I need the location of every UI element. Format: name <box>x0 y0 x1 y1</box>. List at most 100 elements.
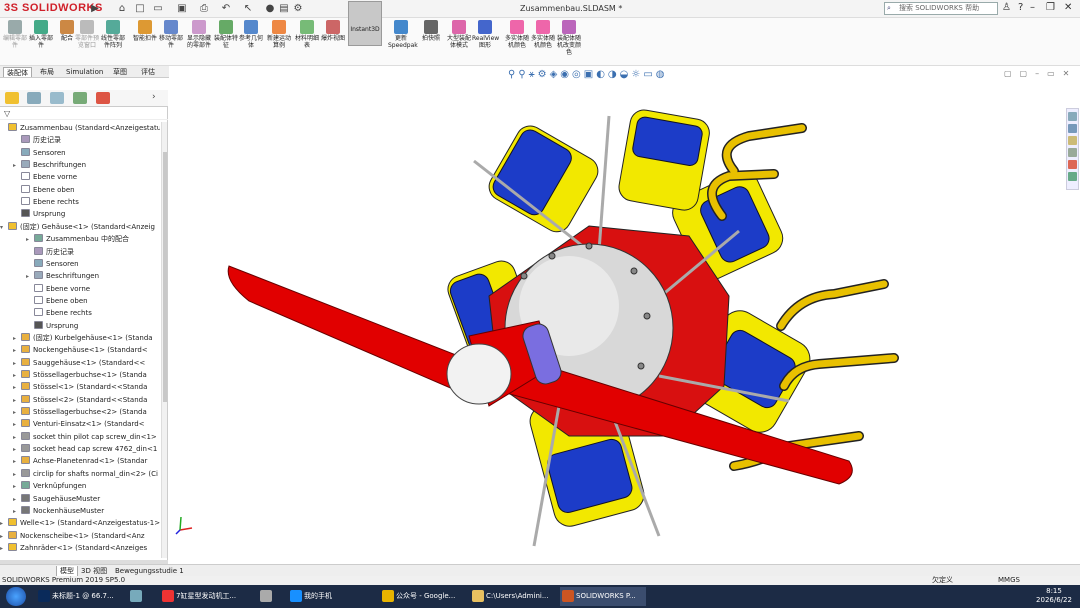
taskbar-app-5[interactable]: 公众号 - Google... <box>380 587 466 606</box>
tree-item[interactable]: Ebene vorne <box>26 283 160 295</box>
ribbon-button-15[interactable]: 拍快照 <box>418 20 444 42</box>
tree-item[interactable]: Zusammenbau (Standard<Anzeigestatus-1>) <box>0 122 160 134</box>
tree-item[interactable]: ▸ socket thin pilot cap screw_din<1> <box>13 431 160 443</box>
tree-item[interactable]: ▸ Sauggehäuse<1> (Standard<< <box>13 357 160 369</box>
tree-expand-icon[interactable]: ▸ <box>13 432 21 443</box>
tree-item[interactable]: ▸ socket head cap screw 4762_din<1 <box>13 443 160 455</box>
tree-item[interactable]: ▸ SaugehäuseMuster <box>13 493 160 505</box>
ribbon-button-16[interactable]: 大型装配体模式 <box>446 20 472 49</box>
taskbar-app-0[interactable]: 未标题-1 @ 66.7... <box>36 587 124 606</box>
tree-expand-icon[interactable]: ▸ <box>0 531 8 542</box>
file-explorer-icon[interactable] <box>1068 148 1077 157</box>
tree-expand-icon[interactable]: ▸ <box>13 160 21 171</box>
tree-item[interactable]: ▸ Stössellagerbuchse<2> (Standa <box>13 406 160 418</box>
user-icon[interactable]: ♙ <box>1002 2 1011 13</box>
taskbar-app-2[interactable]: 7缸星型发动机工... <box>160 587 252 606</box>
tree-item[interactable]: Sensoren <box>26 258 160 270</box>
tree-item[interactable]: Ebene oben <box>26 295 160 307</box>
command-tab-2[interactable]: Simulation <box>63 67 106 77</box>
ribbon-button-17[interactable]: RealView图形 <box>472 20 499 49</box>
ribbon-button-7[interactable]: 显示隐藏的零部件 <box>186 20 212 49</box>
tree-item[interactable]: ▸ Beschriftungen <box>26 270 160 282</box>
ribbon-button-6[interactable]: 移动零部件 <box>158 20 184 49</box>
feature-manager-tab-icon[interactable] <box>5 92 19 104</box>
ribbon-button-18[interactable]: 多实体随机颜色 <box>504 20 530 49</box>
undo-icon[interactable]: ↶ <box>220 3 232 15</box>
tree-item[interactable]: ▸ NockenhäuseMuster <box>13 505 160 517</box>
help-button[interactable]: ? <box>1018 2 1023 13</box>
tree-item[interactable]: Ebene rechts <box>13 196 160 208</box>
tree-item[interactable]: ▸ circlip for shafts normal_din<2> (Ci <box>13 468 160 480</box>
ribbon-button-14[interactable]: 更新Speedpak <box>388 20 418 49</box>
tree-item[interactable]: 历史记录 <box>26 246 160 258</box>
taskbar-app-1[interactable] <box>128 587 156 606</box>
tree-item[interactable]: ▸ Stössel<1> (Standard<<Standa <box>13 381 160 393</box>
options-gear-icon[interactable]: ⚙ <box>292 3 304 15</box>
command-tab-4[interactable]: 评估 <box>138 67 158 77</box>
design-library-icon[interactable] <box>1068 136 1077 145</box>
tree-item[interactable]: Ebene oben <box>13 184 160 196</box>
panel-expand-icon[interactable]: › <box>152 92 166 104</box>
taskbar-app-4[interactable]: 我的手机 <box>288 587 376 606</box>
taskbar-app-6[interactable]: C:\Users\Admini... <box>470 587 556 606</box>
tree-item[interactable]: ▸ Nockenscheibe<1> (Standard<Anz <box>0 530 160 542</box>
dimxpert-tab-icon[interactable] <box>73 92 87 104</box>
tree-item[interactable]: ▸ Venturi-Einsatz<1> (Standard< <box>13 418 160 430</box>
instant3d-button[interactable]: Instant3D <box>348 1 382 46</box>
system-clock[interactable]: 8:15 2026/6/22 <box>1032 587 1076 605</box>
graphics-viewport[interactable] <box>169 66 1080 564</box>
tree-expand-icon[interactable]: ▸ <box>13 444 21 455</box>
engine-model-render[interactable] <box>169 66 1080 564</box>
restore-button[interactable]: ❐ <box>1046 2 1055 13</box>
tree-expand-icon[interactable]: ▸ <box>0 543 8 554</box>
expand-menu-icon[interactable]: ▶ <box>89 3 101 15</box>
tree-expand-icon[interactable]: ▸ <box>13 370 21 381</box>
tree-expand-icon[interactable]: ▸ <box>13 358 21 369</box>
tree-item[interactable]: Ursprung <box>26 320 160 332</box>
configuration-manager-tab-icon[interactable] <box>50 92 64 104</box>
home-taskpane-icon[interactable] <box>1068 112 1077 121</box>
ribbon-button-9[interactable]: 参考几何体 <box>238 20 264 49</box>
viewport-window-buttons[interactable]: ▢▢–▭✕ <box>1004 69 1077 78</box>
tree-item[interactable]: ▸ Verknüpfungen <box>13 480 160 492</box>
ribbon-button-3[interactable]: 零部件预览窗口 <box>74 20 100 49</box>
open-icon[interactable]: ▭ <box>152 3 164 15</box>
tree-item[interactable]: ▸ Zusammenbau 中的配合 <box>26 233 160 245</box>
ribbon-button-5[interactable]: 智能扣件 <box>132 20 158 42</box>
tree-expand-icon[interactable]: ▸ <box>13 407 21 418</box>
filter-icon[interactable]: ▽ <box>4 109 10 118</box>
help-search-input[interactable]: ⌕ 搜索 SOLIDWORKS 帮助 <box>884 2 998 15</box>
close-button[interactable]: ✕ <box>1064 2 1072 13</box>
tree-expand-icon[interactable]: ▸ <box>26 234 34 245</box>
ribbon-button-0[interactable]: 编辑零部件 <box>2 20 28 49</box>
display-manager-tab-icon[interactable] <box>96 92 110 104</box>
command-tab-0[interactable]: 装配体 <box>3 67 32 77</box>
print-icon[interactable]: ⎙ <box>198 3 210 15</box>
ribbon-button-12[interactable]: 爆炸视图 <box>320 20 346 42</box>
minimize-button[interactable]: – <box>1030 2 1035 13</box>
ribbon-button-1[interactable]: 插入零部件 <box>28 20 54 49</box>
select-icon[interactable]: ↖ <box>242 3 254 15</box>
tree-item[interactable]: ▸ (固定) Kurbelgehäuse<1> (Standa <box>13 332 160 344</box>
tree-item[interactable]: Ebene vorne <box>13 171 160 183</box>
tree-item[interactable]: ▾ (固定) Gehäuse<1> (Standard<Anzeig <box>0 221 160 233</box>
tree-expand-icon[interactable]: ▸ <box>13 395 21 406</box>
new-document-icon[interactable]: □ <box>134 3 146 15</box>
property-manager-tab-icon[interactable] <box>27 92 41 104</box>
ribbon-button-19[interactable]: 多实体随机颜色 <box>530 20 556 49</box>
model-tab-2[interactable]: Bewegungsstudie 1 <box>112 566 187 576</box>
home-icon[interactable]: ⌂ <box>116 3 128 15</box>
file-properties-icon[interactable]: ▤ <box>278 3 290 15</box>
tree-expand-icon[interactable]: ▸ <box>0 518 8 529</box>
tree-item[interactable]: ▸ Nockengehäuse<1> (Standard< <box>13 344 160 356</box>
tree-expand-icon[interactable]: ▸ <box>13 481 21 492</box>
app-logo[interactable]: 3S SOLIDWORKS <box>4 2 103 14</box>
ribbon-button-10[interactable]: 新建运动算例 <box>266 20 292 49</box>
model-tab-1[interactable]: 3D 视图 <box>78 566 110 576</box>
resources-taskpane-icon[interactable] <box>1068 124 1077 133</box>
tree-expand-icon[interactable]: ▸ <box>13 382 21 393</box>
heads-up-view-toolbar[interactable]: ⚲⚲⚹⚙◈◉◎▣◐◑◒☼▭◍ <box>508 69 668 81</box>
tree-expand-icon[interactable]: ▸ <box>13 419 21 430</box>
tree-expand-icon[interactable]: ▸ <box>13 506 21 517</box>
ribbon-button-20[interactable]: 装配体随机改变颜色 <box>556 20 582 56</box>
